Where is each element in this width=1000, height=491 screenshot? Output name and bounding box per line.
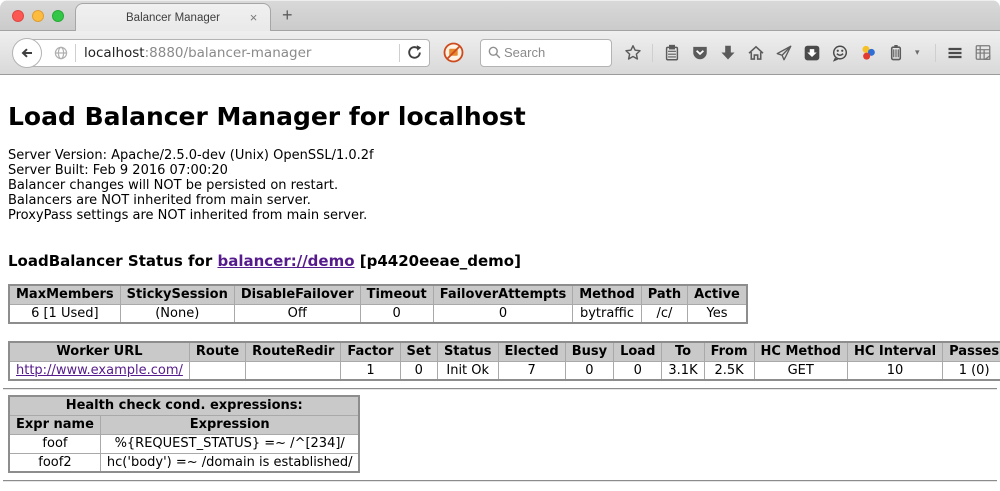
search-bar[interactable] xyxy=(480,39,612,67)
col-active: Active xyxy=(688,285,747,304)
page-content: Load Balancer Manager for localhost Serv… xyxy=(0,75,1000,490)
back-button[interactable] xyxy=(12,38,42,68)
server-built-line: Server Built: Feb 9 2016 07:00:20 xyxy=(8,163,992,178)
globe-icon xyxy=(53,45,69,61)
page-grid-icon[interactable] xyxy=(974,44,992,62)
worker-status-table: Worker URL Route RouteRedir Factor Set S… xyxy=(8,341,1000,381)
colored-dots-icon[interactable] xyxy=(859,44,877,62)
urlbar-separator2 xyxy=(399,44,400,62)
url-bar[interactable]: localhost:8880/balancer-manager xyxy=(26,39,430,67)
menu-hamburger-icon[interactable] xyxy=(946,44,964,62)
col-status: Status xyxy=(437,342,498,361)
toolbar-separator xyxy=(652,44,653,62)
inherit-notice-line: Balancers are NOT inherited from main se… xyxy=(8,193,992,208)
tab-strip: Balancer Manager × + xyxy=(0,0,1000,31)
browser-window: Balancer Manager × + localhost:8880/bala… xyxy=(0,0,1000,491)
separator-rule xyxy=(3,388,997,390)
col-route: Route xyxy=(189,342,245,361)
proxypass-notice-line: ProxyPass settings are NOT inherited fro… xyxy=(8,208,992,223)
col-factor: Factor xyxy=(341,342,400,361)
col-busy: Busy xyxy=(565,342,613,361)
col-disablefailover: DisableFailover xyxy=(234,285,360,304)
search-icon xyxy=(487,45,502,60)
worker-data-row: http://www.example.com/ 1 0 Init Ok 7 0 … xyxy=(9,361,1000,380)
tab-close-icon[interactable]: × xyxy=(246,10,261,25)
send-plane-icon[interactable] xyxy=(775,44,793,62)
col-maxmembers: MaxMembers xyxy=(9,285,120,304)
window-controls xyxy=(12,10,64,22)
health-header-row: Expr name Expression xyxy=(9,415,359,434)
zoom-window-button[interactable] xyxy=(52,10,64,22)
navigation-toolbar: localhost:8880/balancer-manager xyxy=(0,31,1000,75)
col-routeredir: RouteRedir xyxy=(246,342,341,361)
col-to: To xyxy=(662,342,704,361)
col-path: Path xyxy=(641,285,687,304)
balancer-settings-table: MaxMembers StickySession DisableFailover… xyxy=(8,284,748,324)
tab-balancer-manager[interactable]: Balancer Manager × xyxy=(75,3,271,32)
col-method: Method xyxy=(573,285,641,304)
chat-smiley-icon[interactable] xyxy=(831,44,849,62)
status-suffix: [p4420eeae_demo] xyxy=(355,252,521,270)
battery-extension-icon[interactable] xyxy=(887,44,905,62)
url-path: :8880/balancer-manager xyxy=(145,45,312,61)
bookmark-star-icon[interactable] xyxy=(624,44,642,62)
video-download-icon[interactable] xyxy=(803,44,821,62)
toolbar-icons: ▾ xyxy=(624,44,992,62)
new-tab-button[interactable]: + xyxy=(282,5,293,26)
url-host: localhost xyxy=(84,45,145,61)
url-text[interactable]: localhost:8880/balancer-manager xyxy=(84,45,399,61)
tab-title: Balancer Manager xyxy=(126,12,220,24)
status-prefix: LoadBalancer Status for xyxy=(8,252,217,270)
col-passes: Passes xyxy=(943,342,1000,361)
search-input[interactable] xyxy=(502,44,592,61)
separator-rule-bottom xyxy=(3,480,997,482)
minimize-window-button[interactable] xyxy=(32,10,44,22)
balancer-demo-link[interactable]: balancer://demo xyxy=(217,252,354,270)
persist-notice-line: Balancer changes will NOT be persisted o… xyxy=(8,178,992,193)
col-set: Set xyxy=(400,342,437,361)
col-stickysession: StickySession xyxy=(120,285,234,304)
worker-url-link[interactable]: http://www.example.com/ xyxy=(16,363,183,378)
urlbar-separator xyxy=(75,44,76,62)
balancer-header-row: MaxMembers StickySession DisableFailover… xyxy=(9,285,747,304)
col-hc-interval: HC Interval xyxy=(847,342,942,361)
toolbar-separator2 xyxy=(935,44,936,62)
loadbalancer-status-heading: LoadBalancer Status for balancer://demo … xyxy=(8,252,992,270)
col-worker-url: Worker URL xyxy=(9,342,189,361)
chevron-down-icon[interactable]: ▾ xyxy=(915,48,925,58)
health-data-row: foof %{REQUEST_STATUS} =~ /^[234]/ xyxy=(9,434,359,453)
health-check-table: Health check cond. expressions: Expr nam… xyxy=(8,395,360,473)
col-from: From xyxy=(704,342,754,361)
reading-list-clipboard-icon[interactable] xyxy=(663,44,681,62)
col-elected: Elected xyxy=(498,342,565,361)
download-arrow-icon[interactable] xyxy=(719,44,737,62)
balancer-data-row: 6 [1 Used] (None) Off 0 0 bytraffic /c/ … xyxy=(9,304,747,323)
plugin-blocked-icon[interactable] xyxy=(443,42,464,63)
health-data-row: foof2 hc('body') =~ /domain is establish… xyxy=(9,453,359,472)
col-hc-method: HC Method xyxy=(754,342,847,361)
health-title-row: Health check cond. expressions: xyxy=(9,396,359,415)
health-table-title: Health check cond. expressions: xyxy=(9,396,359,415)
close-window-button[interactable] xyxy=(12,10,24,22)
col-timeout: Timeout xyxy=(360,285,433,304)
home-icon[interactable] xyxy=(747,44,765,62)
col-expression: Expression xyxy=(100,415,359,434)
col-expr-name: Expr name xyxy=(9,415,100,434)
col-load: Load xyxy=(614,342,662,361)
page-title: Load Balancer Manager for localhost xyxy=(8,102,992,131)
reload-button[interactable] xyxy=(406,44,423,61)
server-version-line: Server Version: Apache/2.5.0-dev (Unix) … xyxy=(8,148,992,163)
pocket-icon[interactable] xyxy=(691,44,709,62)
worker-header-row: Worker URL Route RouteRedir Factor Set S… xyxy=(9,342,1000,361)
server-info: Server Version: Apache/2.5.0-dev (Unix) … xyxy=(8,148,992,223)
back-arrow-icon xyxy=(19,45,35,61)
col-failoverattempts: FailoverAttempts xyxy=(433,285,573,304)
